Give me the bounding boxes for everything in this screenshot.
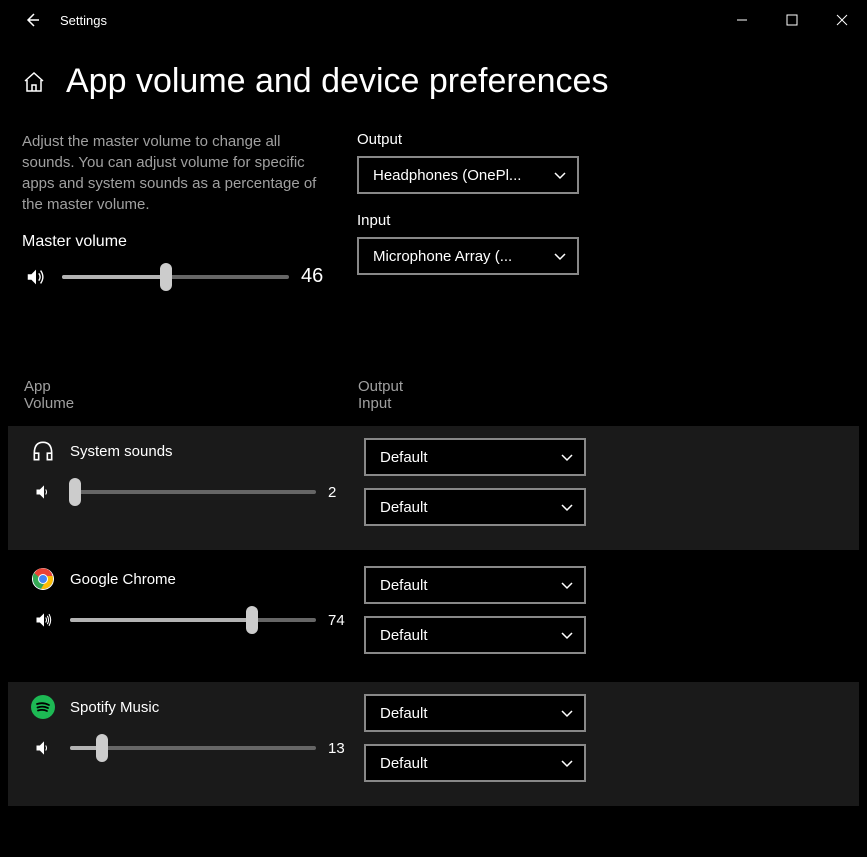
- spotify-icon: [30, 694, 56, 720]
- app-speaker-icon[interactable]: [30, 738, 58, 758]
- app-volume-value: 13: [328, 740, 364, 757]
- output-device-select[interactable]: Headphones (OnePl...: [357, 156, 579, 194]
- app-column-header: App: [24, 378, 358, 395]
- output-label: Output: [357, 131, 845, 148]
- app-row: Google Chrome 74 Default Default: [8, 554, 859, 678]
- chevron-down-icon: [560, 628, 574, 642]
- back-arrow-icon: [24, 12, 40, 28]
- app-row: System sounds 2 Default Default: [8, 426, 859, 550]
- input-device-value: Microphone Array (...: [373, 248, 512, 265]
- master-volume-label: Master volume: [22, 233, 337, 251]
- app-speaker-icon[interactable]: [30, 482, 58, 502]
- app-input-select[interactable]: Default: [364, 744, 586, 782]
- master-volume-value: 46: [301, 265, 337, 288]
- maximize-icon: [786, 14, 798, 26]
- app-volume-value: 74: [328, 612, 364, 629]
- app-name: Google Chrome: [70, 571, 176, 588]
- speaker-icon: [25, 266, 47, 288]
- page-header: App volume and device preferences: [0, 40, 867, 131]
- page-description: Adjust the master volume to change all s…: [22, 131, 337, 215]
- chrome-icon: [30, 566, 56, 592]
- maximize-button[interactable]: [767, 0, 817, 40]
- minimize-button[interactable]: [717, 0, 767, 40]
- chevron-down-icon: [553, 249, 567, 263]
- app-output-select[interactable]: Default: [364, 694, 586, 732]
- app-list: System sounds2DefaultDefaultGoogle Chrom…: [0, 426, 867, 806]
- app-volume-value: 2: [328, 484, 364, 501]
- input-label: Input: [357, 212, 845, 229]
- input-column-header: Input: [358, 395, 843, 412]
- app-volume-slider[interactable]: [70, 618, 316, 622]
- headphones-icon: [30, 438, 56, 464]
- app-output-select[interactable]: Default: [364, 438, 586, 476]
- window-controls: [717, 0, 867, 40]
- home-icon: [22, 70, 46, 94]
- input-device-select[interactable]: Microphone Array (...: [357, 237, 579, 275]
- app-output-value: Default: [380, 705, 428, 722]
- minimize-icon: [736, 14, 748, 26]
- chevron-down-icon: [560, 500, 574, 514]
- master-volume-slider[interactable]: [62, 275, 289, 279]
- app-input-select[interactable]: Default: [364, 616, 586, 654]
- app-input-select[interactable]: Default: [364, 488, 586, 526]
- app-output-value: Default: [380, 577, 428, 594]
- volume-column-header: Volume: [24, 395, 358, 412]
- chevron-down-icon: [560, 578, 574, 592]
- output-device-value: Headphones (OnePl...: [373, 167, 521, 184]
- app-input-value: Default: [380, 499, 428, 516]
- back-button[interactable]: [12, 12, 52, 28]
- app-row: Spotify Music 13 Default Default: [8, 682, 859, 806]
- app-name: Spotify Music: [70, 699, 159, 716]
- app-input-value: Default: [380, 755, 428, 772]
- chevron-down-icon: [560, 706, 574, 720]
- output-column-header: Output: [358, 378, 843, 395]
- app-volume-slider[interactable]: [70, 490, 316, 494]
- window-title: Settings: [60, 13, 107, 28]
- app-output-select[interactable]: Default: [364, 566, 586, 604]
- close-icon: [836, 14, 848, 26]
- home-button[interactable]: [22, 70, 46, 94]
- page-title: App volume and device preferences: [66, 62, 608, 101]
- title-bar: Settings: [0, 0, 867, 40]
- master-speaker-icon[interactable]: [22, 266, 50, 288]
- app-volume-slider[interactable]: [70, 746, 316, 750]
- chevron-down-icon: [553, 168, 567, 182]
- app-speaker-icon[interactable]: [30, 610, 58, 630]
- close-button[interactable]: [817, 0, 867, 40]
- table-header: App Volume Output Input: [0, 378, 867, 412]
- chevron-down-icon: [560, 756, 574, 770]
- chevron-down-icon: [560, 450, 574, 464]
- app-output-value: Default: [380, 449, 428, 466]
- app-name: System sounds: [70, 443, 173, 460]
- app-input-value: Default: [380, 627, 428, 644]
